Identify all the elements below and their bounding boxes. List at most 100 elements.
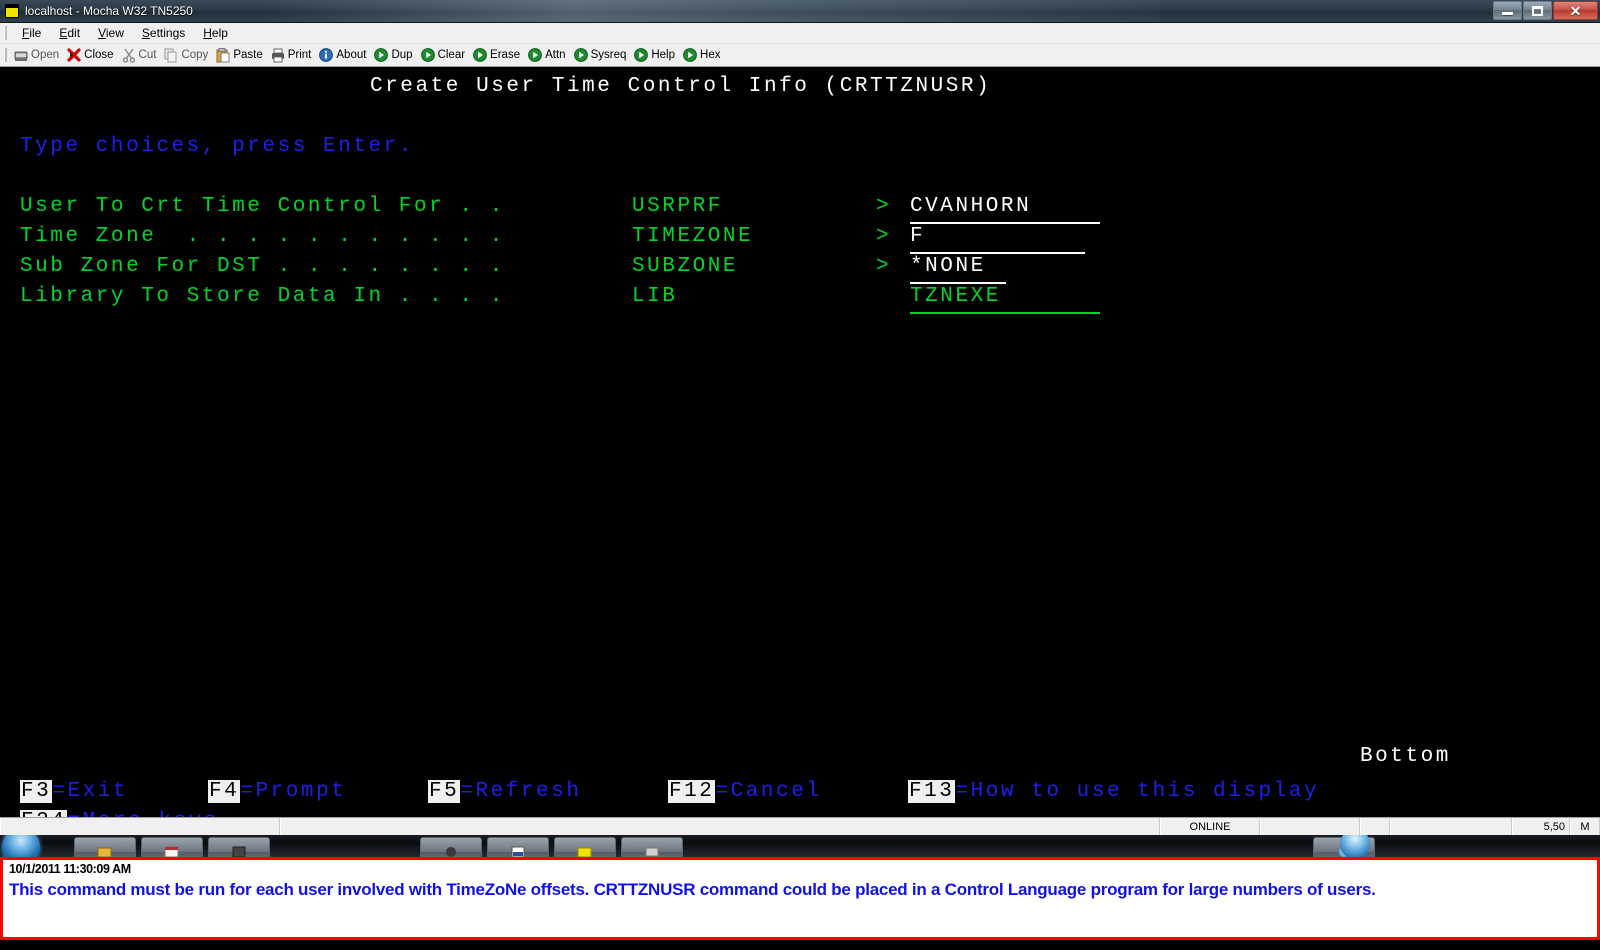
toolbar-print-button[interactable]: Print xyxy=(270,47,312,63)
taskbar-item-6[interactable] xyxy=(554,837,616,857)
minimize-icon xyxy=(1502,12,1513,15)
taskbar-item-2[interactable] xyxy=(141,837,203,857)
taskbar-item-3[interactable] xyxy=(208,837,270,857)
play-circle-icon xyxy=(682,47,698,63)
function-key-f24-label: F24 xyxy=(20,810,68,817)
toolbar-print-label: Print xyxy=(287,49,312,61)
toolbar-close-button[interactable]: Close xyxy=(66,47,114,63)
function-key-f12[interactable]: F12=Cancel xyxy=(668,777,822,807)
terminal-screen[interactable]: Create User Time Control Info (CRTTZNUSR… xyxy=(0,67,1600,817)
play-circle-icon xyxy=(633,47,649,63)
toolbar-erase-label: Erase xyxy=(490,49,521,61)
function-key-f3-desc: =Exit xyxy=(52,780,129,803)
function-key-f24[interactable]: F24=More keys xyxy=(20,807,219,817)
toolbar-attn-button[interactable]: Attn xyxy=(527,47,566,63)
window-title: localhost - Mocha W32 TN5250 xyxy=(25,4,193,18)
window-titlebar: localhost - Mocha W32 TN5250 ✕ xyxy=(0,0,1600,23)
toolbar: Open Close Cut Copy Paste Print About Du… xyxy=(0,44,1600,67)
function-key-f13-label: F13 xyxy=(908,780,956,803)
field-keyword-subzone: SUBZONE xyxy=(632,255,739,278)
field-label-timezone: Time Zone . . . . . . . . . . . xyxy=(20,225,505,248)
toolbar-copy-label: Copy xyxy=(181,49,209,61)
menu-edit[interactable]: Edit xyxy=(50,24,89,42)
taskbar-tray-orb-icon[interactable] xyxy=(1340,835,1370,857)
maximize-button[interactable] xyxy=(1523,1,1552,20)
field-label-usrprf: User To Crt Time Control For . . xyxy=(20,195,505,218)
field-label-lib: Library To Store Data In . . . . xyxy=(20,285,505,308)
play-circle-icon xyxy=(527,47,543,63)
taskbar-item-5[interactable] xyxy=(487,837,549,857)
toolbar-copy-button[interactable]: Copy xyxy=(163,47,208,63)
close-button[interactable]: ✕ xyxy=(1553,1,1598,20)
field-keyword-timezone: TIMEZONE xyxy=(632,225,754,248)
toolbar-dup-label: Dup xyxy=(391,49,413,61)
annotation-timestamp: 10/1/2011 11:30:09 AM xyxy=(9,862,131,876)
toolbar-clear-button[interactable]: Clear xyxy=(420,47,465,63)
toolbar-hex-button[interactable]: Hex xyxy=(682,47,720,63)
status-cell-online: ONLINE xyxy=(1160,818,1260,835)
toolbar-dup-button[interactable]: Dup xyxy=(373,47,413,63)
toolbar-help-label: Help xyxy=(651,49,676,61)
toolbar-cut-label: Cut xyxy=(138,49,157,61)
start-button-icon[interactable] xyxy=(2,835,40,857)
function-key-f12-desc: =Cancel xyxy=(715,780,822,803)
restore-icon xyxy=(1532,5,1543,16)
toolbar-sysreq-label: Sysreq xyxy=(590,49,627,61)
status-cell-mode: M xyxy=(1570,818,1600,835)
function-key-f13[interactable]: F13=How to use this display xyxy=(908,777,1319,807)
toolbar-open-button[interactable]: Open xyxy=(13,47,59,63)
screen-title: Create User Time Control Info (CRTTZNUSR… xyxy=(370,75,992,98)
toolbar-about-button[interactable]: About xyxy=(318,47,366,63)
taskbar-item-1[interactable] xyxy=(74,837,136,857)
play-circle-icon xyxy=(373,47,389,63)
toolbar-erase-button[interactable]: Erase xyxy=(472,47,520,63)
menu-settings[interactable]: Settings xyxy=(133,24,194,42)
function-key-f3-label: F3 xyxy=(20,780,53,803)
function-key-f3[interactable]: F3=Exit xyxy=(20,777,128,807)
application-window: localhost - Mocha W32 TN5250 ✕ FFileile … xyxy=(0,0,1600,950)
field-keyword-usrprf: USRPRF xyxy=(632,195,723,218)
menu-view[interactable]: View xyxy=(89,24,133,42)
field-input-subzone[interactable]: *NONE xyxy=(910,252,1006,284)
toolbar-attn-label: Attn xyxy=(545,49,566,61)
close-x-icon xyxy=(66,47,82,63)
toolbar-clear-label: Clear xyxy=(437,49,466,61)
status-cell-1 xyxy=(280,818,1160,835)
status-cell-5 xyxy=(1390,818,1512,835)
screen-instruction: Type choices, press Enter. xyxy=(20,135,414,158)
toolbar-help-button[interactable]: Help xyxy=(633,47,675,63)
status-cell-0 xyxy=(0,818,280,835)
scissors-icon xyxy=(121,47,137,63)
function-key-f12-label: F12 xyxy=(668,780,716,803)
toolbar-cut-button[interactable]: Cut xyxy=(121,47,157,63)
toolbar-paste-button[interactable]: Paste xyxy=(215,47,263,63)
field-label-subzone: Sub Zone For DST . . . . . . . . xyxy=(20,255,505,278)
taskbar-item-4[interactable] xyxy=(420,837,482,857)
function-key-f5-desc: =Refresh xyxy=(460,780,582,803)
close-icon: ✕ xyxy=(1569,2,1582,19)
status-cell-3 xyxy=(1260,818,1360,835)
function-key-f5[interactable]: F5=Refresh xyxy=(428,777,582,807)
window-controls: ✕ xyxy=(1492,1,1598,20)
menu-file[interactable]: FFileile xyxy=(13,24,50,42)
info-icon xyxy=(318,47,334,63)
field-input-timezone[interactable]: F xyxy=(910,222,1085,254)
minimize-button[interactable] xyxy=(1493,1,1522,20)
menubar-grip[interactable] xyxy=(4,26,7,40)
play-circle-icon xyxy=(420,47,436,63)
field-prompt-marker-usrprf: > xyxy=(876,195,892,218)
windows-taskbar xyxy=(0,835,1600,857)
field-prompt-marker-timezone: > xyxy=(876,225,892,248)
play-circle-icon xyxy=(573,47,589,63)
toolbar-open-label: Open xyxy=(31,49,60,61)
function-key-f4[interactable]: F4=Prompt xyxy=(208,777,346,807)
toolbar-sysreq-button[interactable]: Sysreq xyxy=(573,47,627,63)
titlebar-glass-effect xyxy=(260,0,1160,22)
field-input-lib[interactable]: TZNEXE xyxy=(910,282,1100,314)
field-input-usrprf[interactable]: CVANHORN xyxy=(910,192,1100,224)
menu-help[interactable]: Help xyxy=(194,24,237,42)
toolbar-grip[interactable] xyxy=(4,48,7,62)
toolbar-hex-label: Hex xyxy=(700,49,721,61)
function-key-f24-desc: =More keys xyxy=(67,810,219,817)
taskbar-item-7[interactable] xyxy=(621,837,683,857)
